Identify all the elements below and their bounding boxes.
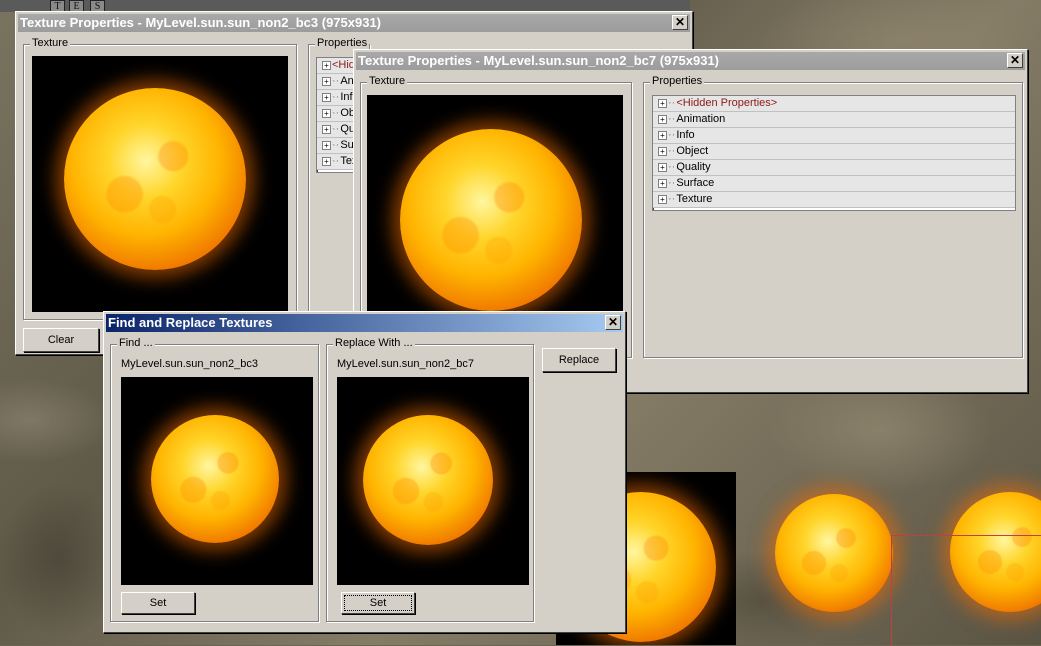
- viewport-sun-sprite[interactable]: [775, 494, 893, 612]
- property-tree[interactable]: + ··<Hidden Properties> + ··Animation + ··I…: [652, 95, 1016, 211]
- expand-icon[interactable]: +: [658, 130, 667, 140]
- dialog-title[interactable]: Find and Replace Textures: [106, 314, 623, 332]
- window-title[interactable]: Texture Properties - MyLevel.sun.sun_non…: [356, 52, 1025, 70]
- group-label: Properties: [315, 37, 370, 49]
- group-label: Properties: [650, 75, 705, 87]
- expand-icon[interactable]: +: [658, 162, 667, 172]
- tree-item-animation[interactable]: + ··Animation: [653, 112, 1015, 128]
- expand-icon[interactable]: +: [322, 60, 331, 70]
- texture-group: Texture: [23, 37, 297, 320]
- find-texture-preview: [121, 377, 313, 585]
- group-label: Texture: [367, 75, 408, 87]
- clear-button[interactable]: Clear: [23, 328, 99, 352]
- expand-icon[interactable]: +: [658, 178, 667, 188]
- replace-group: Replace With ... MyLevel.sun.sun_non2_bc…: [326, 337, 534, 622]
- properties-group: Properties + ··<Hidden Properties> + ··Ani…: [643, 75, 1023, 358]
- replace-button[interactable]: Replace: [542, 348, 616, 372]
- texture-preview: [32, 56, 288, 312]
- expand-icon[interactable]: +: [322, 156, 331, 166]
- tree-item-hidden[interactable]: + ··<Hidden Properties>: [653, 96, 1015, 112]
- find-set-button[interactable]: Set: [121, 592, 195, 614]
- expand-icon[interactable]: +: [658, 114, 667, 124]
- replace-texture-preview: [337, 377, 529, 585]
- expand-icon[interactable]: +: [322, 92, 331, 102]
- group-label: Texture: [30, 37, 71, 49]
- sun-texture-image: [363, 415, 493, 545]
- find-texture-name: MyLevel.sun.sun_non2_bc3: [121, 358, 258, 370]
- expand-icon[interactable]: +: [322, 124, 331, 134]
- tree-item-info[interactable]: + ··Info: [653, 128, 1015, 144]
- tree-item-surface[interactable]: + ··Surface: [653, 176, 1015, 192]
- expand-icon[interactable]: +: [322, 108, 331, 118]
- window-title[interactable]: Texture Properties - MyLevel.sun.sun_non…: [18, 14, 690, 32]
- expand-icon[interactable]: +: [322, 140, 331, 150]
- replace-set-button[interactable]: Set: [341, 592, 415, 614]
- tree-item-quality[interactable]: + ··Quality: [653, 160, 1015, 176]
- sun-texture-image: [64, 88, 246, 270]
- find-replace-dialog: Find and Replace Textures ✕ Find ... MyL…: [103, 311, 626, 633]
- group-label: Replace With ...: [333, 337, 415, 349]
- expand-icon[interactable]: +: [658, 194, 667, 204]
- group-label: Find ...: [117, 337, 155, 349]
- tree-item-object[interactable]: + ··Object: [653, 144, 1015, 160]
- expand-icon[interactable]: +: [658, 146, 667, 156]
- expand-icon[interactable]: +: [658, 98, 667, 108]
- close-icon[interactable]: ✕: [672, 15, 688, 30]
- expand-icon[interactable]: +: [322, 76, 331, 86]
- sun-texture-image: [151, 415, 279, 543]
- sun-texture-image: [400, 129, 582, 311]
- selection-box: [891, 535, 1041, 646]
- replace-texture-name: MyLevel.sun.sun_non2_bc7: [337, 358, 474, 370]
- close-icon[interactable]: ✕: [605, 315, 621, 330]
- close-icon[interactable]: ✕: [1007, 53, 1023, 68]
- tree-item-texture[interactable]: + ··Texture: [653, 192, 1015, 208]
- find-group: Find ... MyLevel.sun.sun_non2_bc3 Set: [110, 337, 319, 622]
